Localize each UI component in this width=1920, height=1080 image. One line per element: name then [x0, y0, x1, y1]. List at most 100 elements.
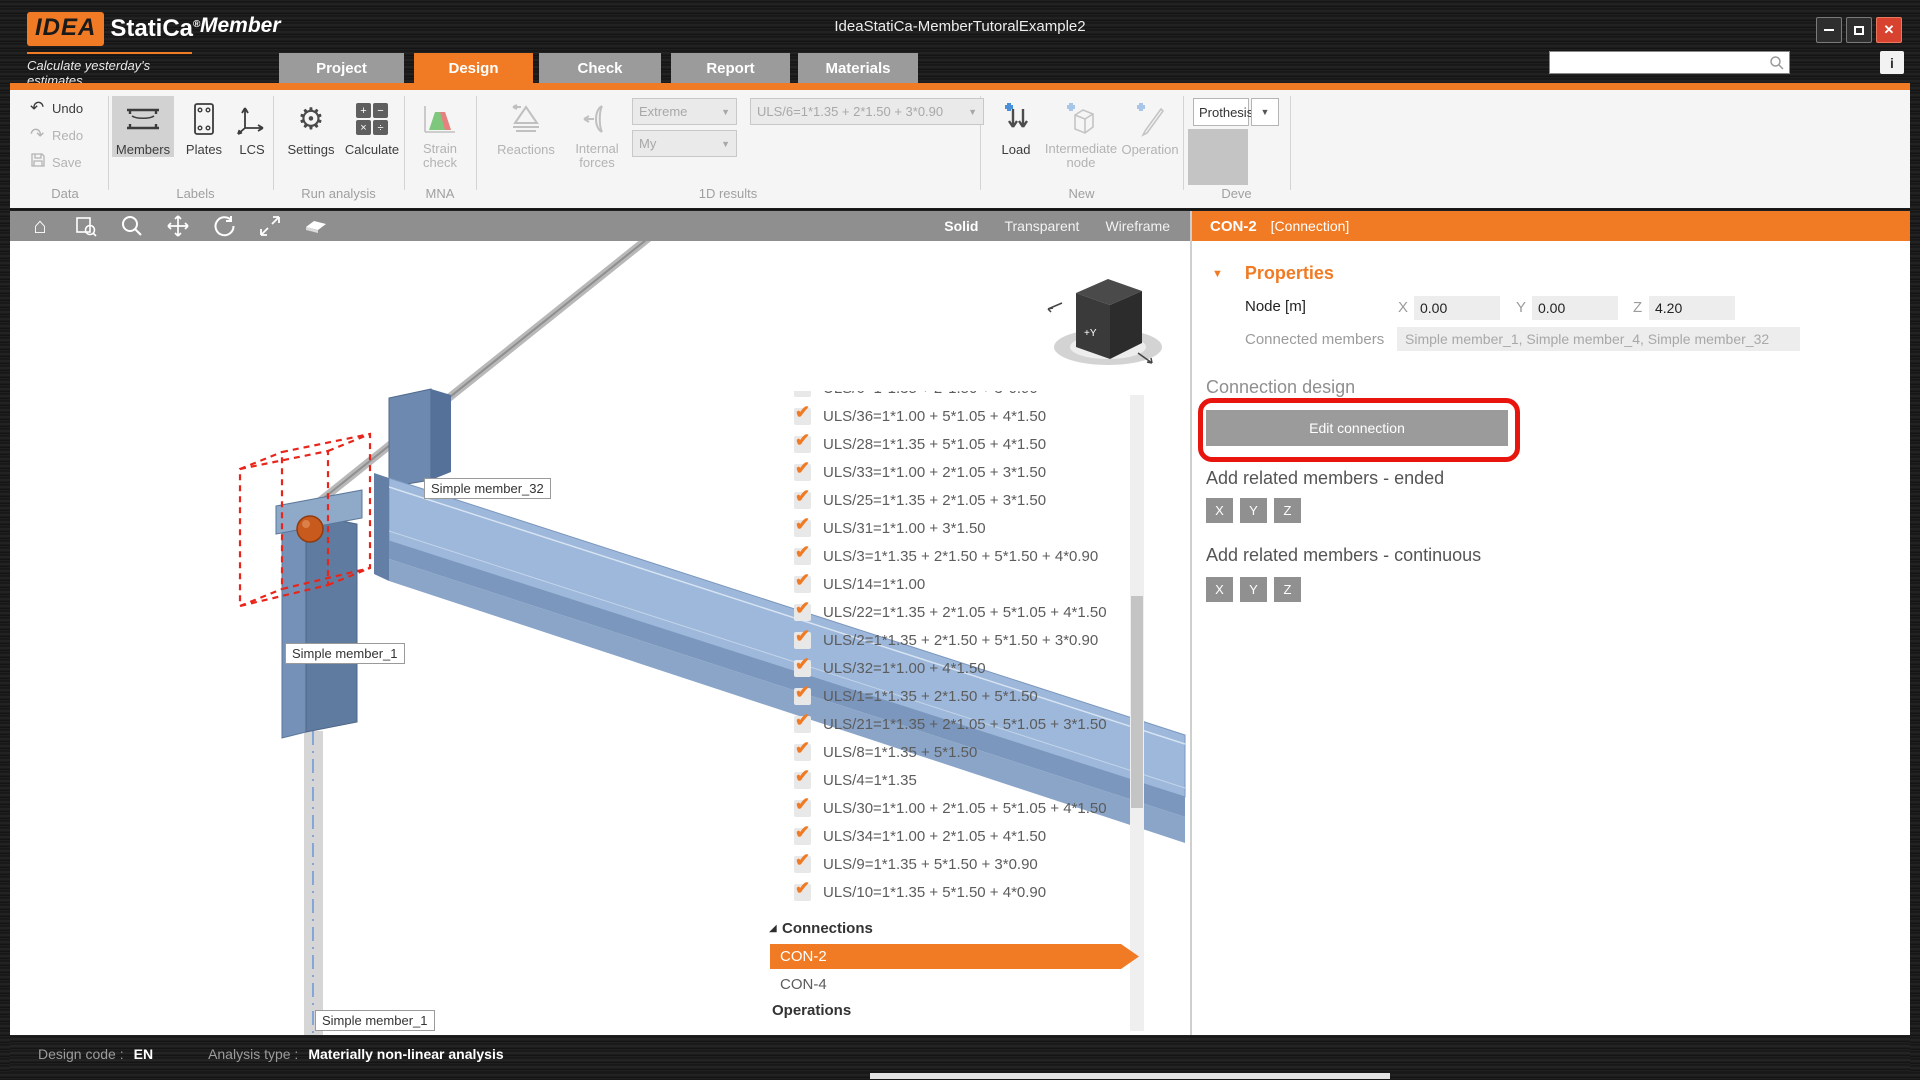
axis-button-z[interactable]: Z — [1274, 498, 1301, 523]
maximize-button[interactable] — [1846, 17, 1872, 43]
plates-button[interactable]: Plates — [178, 96, 230, 157]
properties-section-header[interactable]: ▼ Properties — [1212, 263, 1334, 284]
checkbox-checked[interactable]: ✔ — [794, 884, 811, 901]
operation-button[interactable]: Operation — [1118, 96, 1182, 157]
combination-dropdown[interactable]: ULS/6=1*1.35 + 2*1.50 + 3*0.90▼ — [750, 98, 984, 125]
coord-x-input[interactable]: 0.00 — [1414, 296, 1500, 320]
zoom-icon[interactable] — [116, 214, 148, 238]
load-combination-row[interactable]: ✔ULS/2=1*1.35 + 2*1.50 + 5*1.50 + 3*0.90 — [794, 626, 1130, 654]
redo-button[interactable]: ↷Redo — [30, 125, 83, 145]
prothesis-dropdown[interactable]: Prothesis — [1193, 98, 1249, 126]
axis-button-x[interactable]: X — [1206, 577, 1233, 602]
checkbox-checked[interactable]: ✔ — [794, 660, 811, 677]
load-combination-row[interactable]: ✔ULS/6=1*1.35 + 2*1.50 + 3*0.90 — [794, 391, 1130, 402]
load-combination-row[interactable]: ✔ULS/22=1*1.35 + 2*1.05 + 5*1.05 + 4*1.5… — [794, 598, 1130, 626]
load-combination-row[interactable]: ✔ULS/25=1*1.35 + 2*1.05 + 3*1.50 — [794, 486, 1130, 514]
coord-z-input[interactable]: 4.20 — [1649, 296, 1735, 320]
checkbox-checked[interactable]: ✔ — [794, 856, 811, 873]
tab-check[interactable]: Check — [539, 53, 661, 83]
close-button[interactable]: ✕ — [1876, 17, 1902, 43]
my-dropdown[interactable]: My▼ — [632, 130, 737, 157]
tab-report[interactable]: Report — [671, 53, 790, 83]
load-combination-list: ✔ULS/6=1*1.35 + 2*1.50 + 3*0.90✔ULS/36=1… — [794, 391, 1130, 906]
edit-connection-button[interactable]: Edit connection — [1206, 410, 1508, 446]
rotate-icon[interactable] — [208, 214, 240, 238]
zoom-window-icon[interactable] — [70, 214, 102, 238]
load-combination-row[interactable]: ✔ULS/3=1*1.35 + 2*1.50 + 5*1.50 + 4*0.90 — [794, 542, 1130, 570]
axis-button-y[interactable]: Y — [1240, 577, 1267, 602]
reactions-button[interactable]: Reactions — [486, 96, 566, 157]
load-button[interactable]: Load — [992, 96, 1040, 157]
calculate-button[interactable]: +−×÷ Calculate — [342, 96, 402, 157]
tree-expander-icon[interactable]: ◢ — [760, 923, 782, 934]
tree-node-connections[interactable]: ◢ Connections — [760, 916, 1140, 940]
zoom-fit-icon[interactable] — [254, 214, 286, 238]
panel-header: CON-2 [Connection] — [1192, 211, 1910, 241]
axis-button-y[interactable]: Y — [1240, 498, 1267, 523]
prothesis-dropdown-arrow[interactable]: ▼ — [1251, 98, 1279, 126]
load-combination-row[interactable]: ✔ULS/32=1*1.00 + 4*1.50 — [794, 654, 1130, 682]
load-combination-row[interactable]: ✔ULS/36=1*1.00 + 5*1.05 + 4*1.50 — [794, 402, 1130, 430]
load-combination-row[interactable]: ✔ULS/9=1*1.35 + 5*1.50 + 3*0.90 — [794, 850, 1130, 878]
pan-icon[interactable] — [162, 214, 194, 238]
checkbox-checked[interactable]: ✔ — [794, 464, 811, 481]
checkbox-checked[interactable]: ✔ — [794, 744, 811, 761]
scrollbar-thumb[interactable] — [1131, 596, 1143, 808]
settings-button[interactable]: ⚙ Settings — [282, 96, 340, 157]
undo-button[interactable]: ↶Undo — [30, 98, 83, 118]
load-combination-row[interactable]: ✔ULS/31=1*1.00 + 3*1.50 — [794, 514, 1130, 542]
checkbox-checked[interactable]: ✔ — [794, 800, 811, 817]
internal-forces-button[interactable]: Internal forces — [566, 96, 628, 171]
axis-button-z[interactable]: Z — [1274, 577, 1301, 602]
save-button[interactable]: Save — [30, 152, 82, 173]
checkbox-checked[interactable]: ✔ — [794, 604, 811, 621]
lcs-button[interactable]: LCS — [232, 96, 272, 157]
load-combination-row[interactable]: ✔ULS/33=1*1.00 + 2*1.05 + 3*1.50 — [794, 458, 1130, 486]
tree-item-con2-selected[interactable]: CON-2 — [770, 944, 1139, 969]
coord-y-input[interactable]: 0.00 — [1532, 296, 1618, 320]
checkbox-checked[interactable]: ✔ — [794, 408, 811, 425]
analysis-type-label: Analysis type : — [208, 1046, 298, 1062]
load-combination-row[interactable]: ✔ULS/28=1*1.35 + 5*1.05 + 4*1.50 — [794, 430, 1130, 458]
view-mode-solid[interactable]: Solid — [944, 218, 978, 234]
checkbox-checked[interactable]: ✔ — [794, 772, 811, 789]
search-input[interactable] — [1549, 51, 1790, 74]
checkbox-checked[interactable]: ✔ — [794, 492, 811, 509]
load-combination-row[interactable]: ✔ULS/4=1*1.35 — [794, 766, 1130, 794]
info-button[interactable]: i — [1880, 51, 1904, 74]
checkbox-checked[interactable]: ✔ — [794, 391, 811, 397]
load-combination-row[interactable]: ✔ULS/34=1*1.00 + 2*1.05 + 4*1.50 — [794, 822, 1130, 850]
add-related-ended-label: Add related members - ended — [1206, 468, 1444, 489]
load-combination-row[interactable]: ✔ULS/14=1*1.00 — [794, 570, 1130, 598]
tab-design[interactable]: Design — [414, 53, 533, 83]
load-combination-row[interactable]: ✔ULS/1=1*1.35 + 2*1.50 + 5*1.50 — [794, 682, 1130, 710]
load-combination-row[interactable]: ✔ULS/10=1*1.35 + 5*1.50 + 4*0.90 — [794, 878, 1130, 906]
load-combination-row[interactable]: ✔ULS/8=1*1.35 + 5*1.50 — [794, 738, 1130, 766]
tab-project[interactable]: Project — [279, 53, 404, 83]
checkbox-checked[interactable]: ✔ — [794, 688, 811, 705]
checkbox-checked[interactable]: ✔ — [794, 716, 811, 733]
checkbox-checked[interactable]: ✔ — [794, 548, 811, 565]
members-button[interactable]: Members — [112, 96, 174, 157]
strain-check-button[interactable]: Strain check — [408, 96, 472, 171]
tree-item-con4[interactable]: CON-4 — [780, 971, 1140, 997]
axis-button-x[interactable]: X — [1206, 498, 1233, 523]
tab-materials[interactable]: Materials — [798, 53, 918, 83]
home-view-icon[interactable]: ⌂ — [24, 213, 56, 239]
checkbox-checked[interactable]: ✔ — [794, 828, 811, 845]
check-icon: ✔ — [795, 458, 810, 479]
group-label-mna: MNA — [404, 186, 476, 201]
load-combination-row[interactable]: ✔ULS/21=1*1.35 + 2*1.05 + 5*1.05 + 3*1.5… — [794, 710, 1130, 738]
minimize-button[interactable] — [1816, 17, 1842, 43]
checkbox-checked[interactable]: ✔ — [794, 436, 811, 453]
tree-node-operations[interactable]: Operations — [772, 997, 1140, 1023]
view-mode-wireframe[interactable]: Wireframe — [1105, 218, 1170, 234]
checkbox-checked[interactable]: ✔ — [794, 520, 811, 537]
intermediate-node-button[interactable]: Intermediate node — [1042, 96, 1120, 171]
load-combination-row[interactable]: ✔ULS/30=1*1.00 + 2*1.05 + 5*1.05 + 4*1.5… — [794, 794, 1130, 822]
checkbox-checked[interactable]: ✔ — [794, 632, 811, 649]
view-mode-transparent[interactable]: Transparent — [1004, 218, 1079, 234]
extreme-dropdown[interactable]: Extreme▼ — [632, 98, 737, 125]
checkbox-checked[interactable]: ✔ — [794, 576, 811, 593]
clipping-plane-icon[interactable] — [300, 214, 332, 238]
